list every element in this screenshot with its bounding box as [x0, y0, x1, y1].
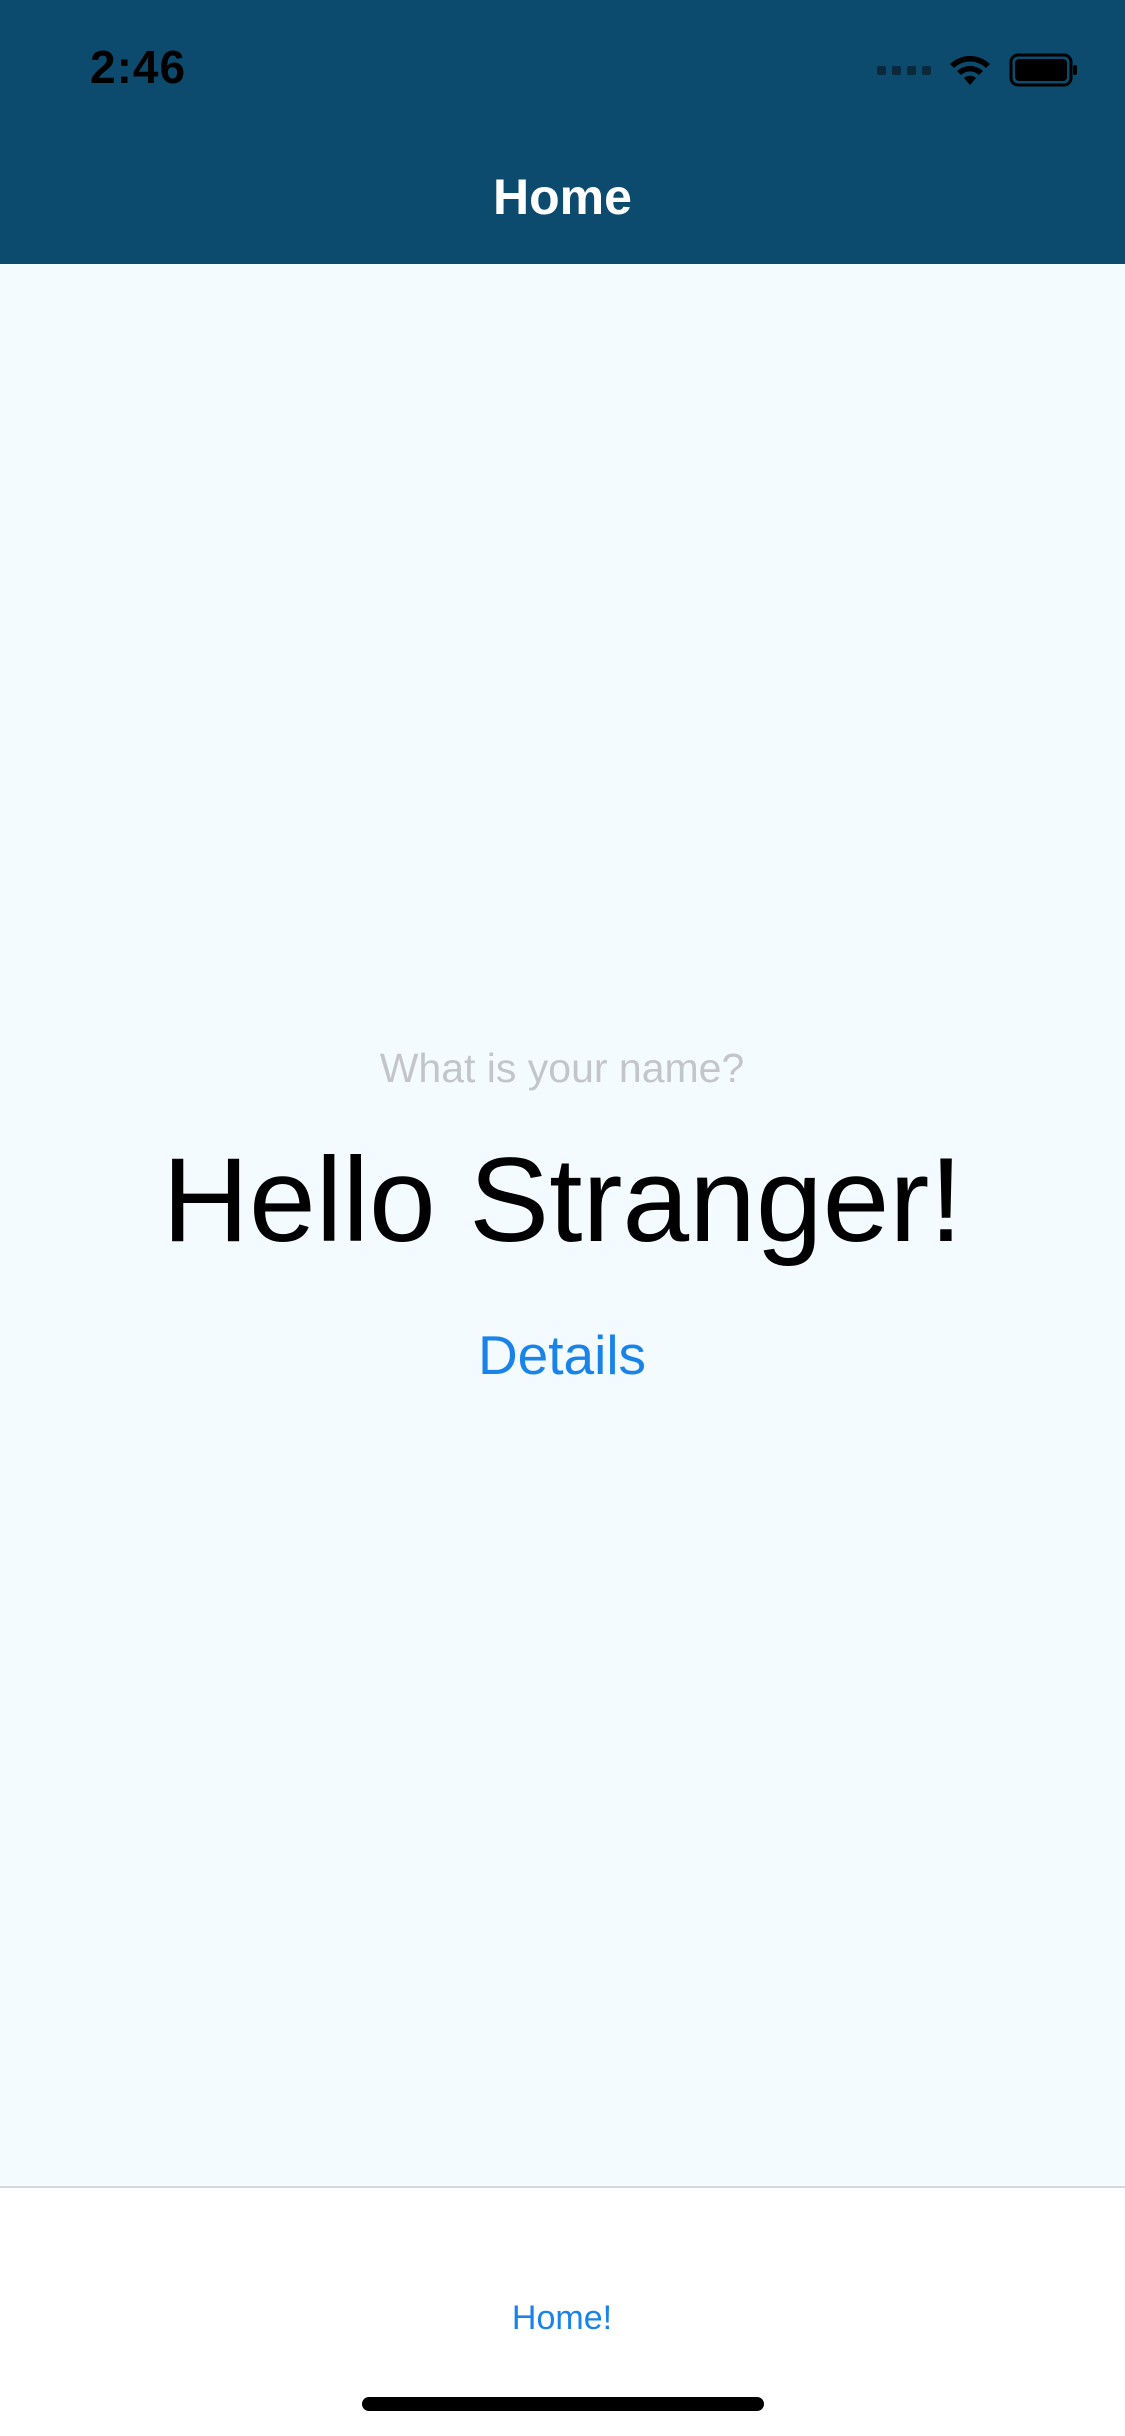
app-screen: 2:46 Home Hello S	[0, 0, 1125, 2436]
cellular-signal-icon	[877, 65, 931, 75]
header-bar: 2:46 Home	[0, 0, 1125, 264]
tab-home[interactable]: Home!	[412, 2288, 712, 2348]
greeting-text: Hello Stranger!	[162, 1133, 963, 1267]
status-icons	[877, 50, 1079, 90]
battery-icon	[1009, 53, 1079, 87]
status-time: 2:46	[90, 41, 187, 93]
wifi-icon	[947, 53, 993, 87]
page-title: Home	[493, 169, 632, 225]
home-indicator[interactable]	[362, 2397, 764, 2411]
name-input[interactable]	[262, 1036, 862, 1100]
details-button[interactable]: Details	[412, 1320, 712, 1390]
